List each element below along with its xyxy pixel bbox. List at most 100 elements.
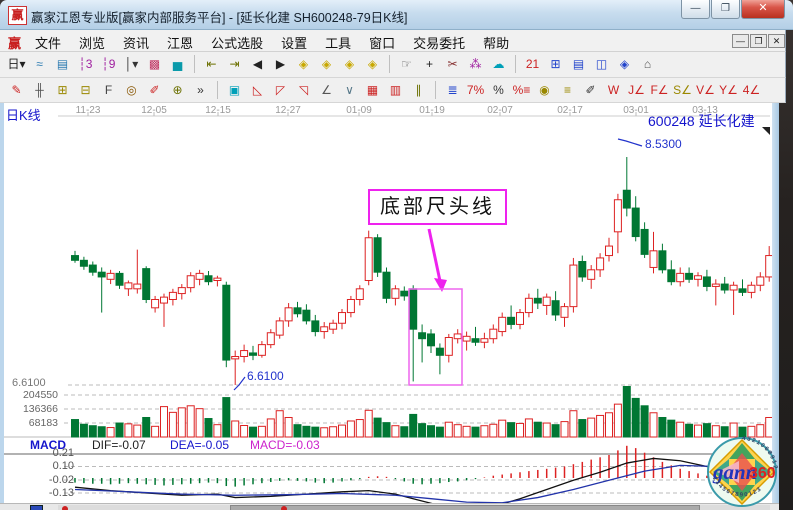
diamond-shrink-icon[interactable]: ◈ — [362, 54, 383, 74]
angle-tool-icon[interactable]: ∠ — [316, 80, 337, 100]
volume-axis-tick: 204550 — [4, 389, 58, 401]
fan-box-left-icon[interactable]: ◸ — [270, 80, 291, 100]
pattern-annotation-box: 底部尺头线 — [368, 189, 507, 225]
macd-axis-tick: 0.21 — [4, 447, 74, 459]
toolbar-drawing: ✎╫⊞⊟F◎✐⊕»▣◺◸◹∠∨▦▥∥≣7%%%≡◉≡✐WJ∠F∠S∠V∠Y∠4∠ — [0, 78, 786, 103]
gold-gann-2-icon[interactable]: ⊟ — [75, 80, 96, 100]
cloud-tool-icon[interactable]: ☁ — [488, 54, 509, 74]
toolbar-separator — [435, 81, 436, 99]
price-axis-label: 6.6100 — [12, 377, 46, 389]
four-angle-icon[interactable]: 4∠ — [741, 80, 762, 100]
crosshair-icon[interactable]: + — [419, 54, 440, 74]
macd-axis-tick: -0.13 — [4, 487, 74, 499]
maximize-button[interactable]: ❐ — [711, 0, 740, 19]
macd-axis-tick: 0.10 — [4, 460, 74, 472]
title-bar: 赢 赢家江恩专业版[赢家内部服务平台] - [延长化建 SH600248-79日… — [0, 0, 793, 30]
red-grid-icon[interactable]: ▦ — [362, 80, 383, 100]
kline-mode-label: 日K线 — [6, 105, 41, 124]
fan-box-right-icon[interactable]: ◹ — [293, 80, 314, 100]
status-dot — [281, 506, 287, 510]
spiral-tool-icon[interactable]: ◎ — [121, 80, 142, 100]
gann-wheel-icon[interactable]: ⊕ — [167, 80, 188, 100]
report-icon[interactable]: ▤ — [568, 54, 589, 74]
application-window: 赢 赢家江恩专业版[赢家内部服务平台] - [延长化建 SH600248-79日… — [0, 0, 793, 510]
macd-axis-tick: -0.02 — [4, 474, 74, 486]
close-button[interactable]: ✕ — [741, 0, 785, 19]
wave-tool-icon[interactable]: W — [603, 80, 624, 100]
gold-circle-icon[interactable]: ◉ — [534, 80, 555, 100]
prev-bar-icon[interactable]: ◀ — [247, 54, 268, 74]
save-web-icon[interactable]: ◈ — [614, 54, 635, 74]
pattern-finder-icon[interactable]: ▩ — [144, 54, 165, 74]
date-label: 01-09 — [346, 105, 372, 116]
date-label: 01-19 — [419, 105, 445, 116]
cut-tool-icon[interactable]: ✂ — [442, 54, 463, 74]
ruler-pen-icon[interactable]: ✐ — [144, 80, 165, 100]
box-select-icon[interactable]: ▣ — [224, 80, 245, 100]
fib-tool-icon[interactable]: F — [98, 80, 119, 100]
status-icon — [30, 505, 43, 510]
more-tools-icon[interactable]: » — [190, 80, 211, 100]
diamond-right-icon[interactable]: ◈ — [316, 54, 337, 74]
indicator-board-icon[interactable]: ≣ — [442, 80, 463, 100]
mdi-close-button[interactable]: ✕ — [768, 34, 785, 48]
low-price-annotation: 6.6100 — [247, 369, 284, 383]
next-bar-icon[interactable]: ▶ — [270, 54, 291, 74]
percent-angle-icon[interactable]: 7% — [465, 80, 486, 100]
percent-tool-icon[interactable]: % — [488, 80, 509, 100]
minute-3-chart-icon[interactable]: ┆3 — [75, 54, 96, 74]
percent-lines-icon[interactable]: %≡ — [511, 80, 532, 100]
stock-name-label: 600248 延长化建 — [648, 111, 755, 131]
app-logo-glyph: 赢 — [8, 33, 21, 52]
menu-items: 文件浏览资讯江恩公式选股设置工具窗口交易委托帮助 — [26, 30, 518, 52]
gold-lines-icon[interactable]: ≡ — [557, 80, 578, 100]
macd-dea-value: DEA=-0.05 — [170, 438, 229, 452]
gann360-logo: gann 360 4321068912345 234567890123 — [704, 434, 780, 510]
status-dot — [62, 506, 68, 510]
toolbar-separator — [389, 55, 390, 73]
brush-tool-icon[interactable]: ✎ — [6, 80, 27, 100]
date-label: 12-15 — [205, 105, 231, 116]
first-bar-icon[interactable]: ⇤ — [201, 54, 222, 74]
horizontal-scrollbar-track[interactable] — [58, 505, 770, 510]
minimize-button[interactable]: — — [681, 0, 710, 19]
info-clipboard-icon[interactable]: ▤ — [52, 54, 73, 74]
check-tool-icon[interactable]: ∨ — [339, 80, 360, 100]
color-histogram-icon[interactable]: ▅ — [167, 54, 188, 74]
date-label: 12-05 — [141, 105, 167, 116]
note-pen-icon[interactable]: ✐ — [580, 80, 601, 100]
diamond-expand-icon[interactable]: ◈ — [339, 54, 360, 74]
toolbar-separator — [217, 81, 218, 99]
last-bar-icon[interactable]: ⇥ — [224, 54, 245, 74]
kline-period-icon[interactable]: 日▾ — [6, 54, 27, 74]
red-grid-2-icon[interactable]: ▥ — [385, 80, 406, 100]
candle-style-icon[interactable]: │▾ — [121, 54, 142, 74]
cluster-tool-icon[interactable]: ⁂ — [465, 54, 486, 74]
j-angle-icon[interactable]: J∠ — [626, 80, 647, 100]
menu-bar: 赢 文件浏览资讯江恩公式选股设置工具窗口交易委托帮助 — ❐ ✕ — [0, 30, 786, 52]
diamond-left-icon[interactable]: ◈ — [293, 54, 314, 74]
calendar-icon[interactable]: 21 — [522, 54, 543, 74]
hand-drag-icon[interactable]: ☞ — [396, 54, 417, 74]
y-angle-icon[interactable]: Y∠ — [718, 80, 739, 100]
horizontal-scrollbar-thumb[interactable] — [230, 505, 700, 510]
status-bar — [0, 503, 779, 510]
fan-lines-icon[interactable]: ◺ — [247, 80, 268, 100]
s-angle-icon[interactable]: S∠ — [672, 80, 693, 100]
calculator-icon[interactable]: ⊞ — [545, 54, 566, 74]
f-angle-icon[interactable]: F∠ — [649, 80, 670, 100]
minute-9-chart-icon[interactable]: ┆9 — [98, 54, 119, 74]
trade-terminal-icon[interactable]: ⌂ — [637, 54, 658, 74]
v-angle-icon[interactable]: V∠ — [695, 80, 716, 100]
macd-hist-value: MACD=-0.03 — [250, 438, 320, 452]
chart-area[interactable]: 11-2312-0512-1512-2701-0901-1902-0702-17… — [4, 103, 772, 503]
gold-gann-1-icon[interactable]: ⊞ — [52, 80, 73, 100]
gann-grid-icon[interactable]: ╫ — [29, 80, 50, 100]
trend-curves-icon[interactable]: ≈ — [29, 54, 50, 74]
save-icon[interactable]: ◫ — [591, 54, 612, 74]
date-label: 12-27 — [275, 105, 301, 116]
parallel-lines-icon[interactable]: ∥ — [408, 80, 429, 100]
mdi-minimize-button[interactable]: — — [732, 34, 749, 48]
mdi-restore-button[interactable]: ❐ — [750, 34, 767, 48]
toolbar-main: 日▾≈▤┆3┆9│▾▩▅⇤⇥◀▶◈◈◈◈☞+✂⁂☁21⊞▤◫◈⌂ — [0, 52, 786, 78]
